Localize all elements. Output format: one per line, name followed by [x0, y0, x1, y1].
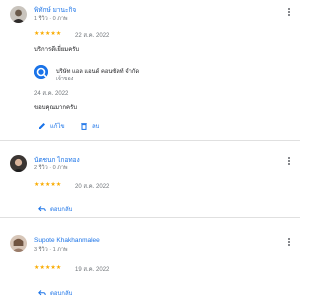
kebab-menu-icon[interactable]	[285, 237, 293, 249]
divider	[0, 217, 300, 218]
reply-arrow-icon	[38, 206, 46, 212]
reply-label: ตอบกลับ	[50, 207, 73, 213]
kebab-menu-icon[interactable]	[285, 156, 293, 168]
rating-stars: ★★★★★	[34, 265, 62, 271]
review-card-1: พิทักษ์ มานะกิจ 1 รีวิว · 0 ภาพ ★★★★★ 22…	[0, 0, 300, 150]
rating-stars: ★★★★★	[34, 31, 62, 37]
pencil-icon	[39, 123, 45, 129]
reply-arrow-icon	[38, 290, 46, 296]
owner-reply-text: ขอบคุณมากครับ	[34, 105, 78, 111]
reviewer-avatar[interactable]	[10, 155, 27, 172]
reviewer-avatar[interactable]	[10, 6, 27, 23]
reply-button[interactable]: ตอบกลับ	[38, 288, 72, 298]
review-text: บริการดีเยี่ยมครับ	[34, 47, 80, 53]
owner-role: เจ้าของ	[56, 76, 74, 82]
owner-logo	[34, 65, 48, 79]
review-date: 22 ส.ค. 2022	[75, 33, 110, 39]
delete-button[interactable]: ลบ	[80, 121, 100, 131]
reviewer-meta: 2 รีวิว · 0 ภาพ	[34, 165, 68, 171]
edit-button[interactable]: แก้ไข	[38, 121, 65, 131]
review-date: 19 ส.ค. 2022	[75, 267, 110, 273]
reviewer-meta: 1 รีวิว · 0 ภาพ	[34, 16, 68, 22]
reviewer-name[interactable]: พิทักษ์ มานะกิจ	[34, 5, 76, 15]
review-card-2: นัตชนก ไกอทอง 2 รีวิว · 0 ภาพ ★★★★★ 20 ส…	[0, 150, 300, 213]
edit-label: แก้ไข	[50, 124, 65, 130]
review-card-3: Supote Khakhanmalee 3 รีวิว · 1 ภาพ ★★★★…	[0, 230, 300, 300]
review-date: 20 ส.ค. 2022	[75, 184, 110, 190]
reviewer-avatar[interactable]	[10, 235, 27, 252]
reply-label: ตอบกลับ	[50, 291, 73, 297]
kebab-menu-icon[interactable]	[285, 7, 293, 19]
divider	[0, 140, 300, 141]
reply-button[interactable]: ตอบกลับ	[38, 204, 72, 214]
owner-reply-date: 24 ส.ค. 2022	[34, 91, 69, 97]
rating-stars: ★★★★★	[34, 182, 62, 188]
delete-label: ลบ	[92, 124, 100, 130]
reviewer-meta: 3 รีวิว · 1 ภาพ	[34, 247, 68, 253]
reviewer-name[interactable]: Supote Khakhanmalee	[34, 237, 100, 244]
trash-icon	[81, 123, 87, 130]
